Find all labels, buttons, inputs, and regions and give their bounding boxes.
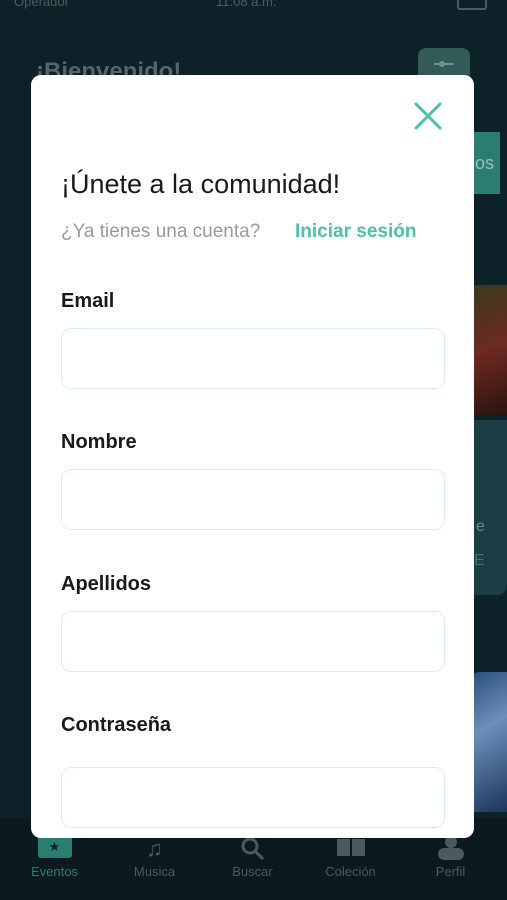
book-icon <box>336 836 366 864</box>
close-button[interactable] <box>412 100 444 132</box>
tab-label: Eventos <box>31 864 78 879</box>
star-icon: ★ <box>37 836 72 858</box>
tab-label: Coleción <box>325 864 376 879</box>
battery-icon <box>457 0 487 10</box>
event-card-accent-text: E <box>474 552 485 569</box>
tab-label: Perfil <box>435 864 466 879</box>
apellidos-field[interactable] <box>61 611 445 672</box>
event-card-image[interactable] <box>470 285 507 415</box>
modal-title: ¡Únete a la comunidad! <box>61 169 341 199</box>
apellidos-label: Apellidos <box>61 573 152 595</box>
login-link[interactable]: Iniciar sesión <box>295 221 416 243</box>
signup-modal: ¡Únete a la comunidad! ¿Ya tienes una cu… <box>31 75 474 838</box>
tab-label: Buscar <box>232 864 273 879</box>
user-icon <box>436 836 466 866</box>
password-field[interactable] <box>61 767 445 828</box>
close-icon <box>414 102 442 130</box>
contrasena-label: Contraseña <box>61 714 172 736</box>
event-card-text: e <box>476 518 485 535</box>
clock: 11:08 a.m. <box>216 0 277 9</box>
nombre-field[interactable] <box>61 469 445 530</box>
status-bar: Operador 11:08 a.m. <box>0 0 507 14</box>
email-field[interactable] <box>61 328 445 389</box>
email-label: Email <box>61 290 115 312</box>
have-account-prompt: ¿Ya tienes una cuenta? <box>61 221 261 242</box>
event-card-image[interactable] <box>470 672 507 812</box>
music-note-icon: ♫ <box>146 836 163 861</box>
tab-label: Musica <box>133 864 176 879</box>
carrier-label: Operador <box>14 0 69 9</box>
nombre-label: Nombre <box>61 431 137 453</box>
